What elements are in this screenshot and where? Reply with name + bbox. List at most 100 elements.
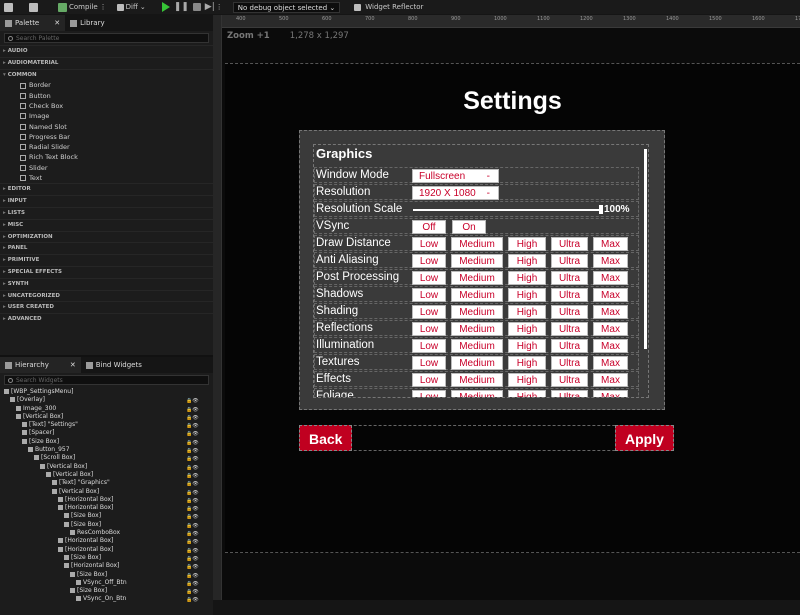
tree-row[interactable]: [Size Box] 🔒👁 <box>0 587 213 595</box>
palette-category[interactable]: MISC <box>0 218 213 231</box>
tree-row[interactable]: [Spacer] 🔒👁 <box>0 429 213 437</box>
tree-row[interactable]: VSync_Off_Btn 🔒👁 <box>0 579 213 587</box>
quality-option-button[interactable]: Medium <box>451 390 503 397</box>
quality-option-button[interactable]: Medium <box>451 356 503 370</box>
quality-option-button[interactable]: Low <box>412 237 446 251</box>
quality-option-button[interactable]: Ultra <box>551 305 588 319</box>
palette-item[interactable]: Text <box>0 173 213 183</box>
tree-row[interactable]: [Vertical Box] 🔒👁 <box>0 488 213 496</box>
palette-category[interactable]: SPECIAL EFFECTS <box>0 265 213 278</box>
tree-row[interactable]: [Vertical Box] 🔒👁 <box>0 463 213 471</box>
quality-option-button[interactable]: Low <box>412 305 446 319</box>
tree-row[interactable]: [Text] "Graphics" 🔒👁 <box>0 479 213 487</box>
quality-option-button[interactable]: High <box>508 322 546 336</box>
quality-option-button[interactable]: Ultra <box>551 390 588 397</box>
quality-option-button[interactable]: High <box>508 288 546 302</box>
tree-row[interactable]: [Size Box] 🔒👁 <box>0 521 213 529</box>
quality-option-button[interactable]: Medium <box>451 271 503 285</box>
tree-row[interactable]: [Horizontal Box] 🔒👁 <box>0 496 213 504</box>
quality-option-button[interactable]: High <box>508 373 546 387</box>
quality-option-button[interactable]: Low <box>412 339 446 353</box>
tree-row[interactable]: [Size Box] 🔒👁 <box>0 512 213 520</box>
apply-button[interactable]: Apply <box>615 425 674 451</box>
hierarchy-search-input[interactable]: Search Widgets <box>4 375 209 385</box>
quality-option-button[interactable]: Low <box>412 288 446 302</box>
widget-reflector-button[interactable]: Widget Reflector <box>354 1 423 13</box>
quality-option-button[interactable]: Ultra <box>551 356 588 370</box>
palette-item[interactable]: Slider <box>0 163 213 173</box>
back-button[interactable]: Back <box>299 425 353 451</box>
quality-option-button[interactable]: Ultra <box>551 322 588 336</box>
palette-category[interactable]: AUDIO <box>0 45 213 57</box>
tab-library[interactable]: Library <box>65 15 109 31</box>
quality-option-button[interactable]: Ultra <box>551 373 588 387</box>
tree-row[interactable]: [Horizontal Box] 🔒👁 <box>0 537 213 545</box>
quality-option-button[interactable]: High <box>508 254 546 268</box>
quality-option-button[interactable]: Medium <box>451 322 503 336</box>
palette-category[interactable]: UNCATEGORIZED <box>0 289 213 302</box>
palette-category[interactable]: EDITOR <box>0 183 213 195</box>
palette-search-input[interactable]: Search Palette <box>4 33 209 43</box>
palette-category-common[interactable]: COMMON <box>0 68 213 81</box>
resolution-scale-handle[interactable] <box>599 205 603 214</box>
tree-row[interactable]: [Horizontal Box] 🔒👁 <box>0 562 213 570</box>
settings-scrollbar[interactable] <box>644 149 647 349</box>
palette-category[interactable]: PANEL <box>0 242 213 254</box>
palette-item[interactable]: Border <box>0 80 213 90</box>
tree-row[interactable]: [Size Box] 🔒👁 <box>0 438 213 446</box>
save-button[interactable] <box>4 1 13 13</box>
quality-option-button[interactable]: Max <box>593 356 628 370</box>
palette-item[interactable]: Radial Slider <box>0 142 213 152</box>
play-options-button[interactable]: ⋮ <box>216 1 223 13</box>
palette-category[interactable]: SYNTH <box>0 277 213 290</box>
tree-row[interactable]: Image_300 🔒👁 <box>0 405 213 413</box>
tree-row[interactable]: [Vertical Box] 🔒👁 <box>0 413 213 421</box>
quality-option-button[interactable]: Medium <box>451 339 503 353</box>
vsync-on-button[interactable]: On <box>452 220 486 234</box>
quality-option-button[interactable]: High <box>508 339 546 353</box>
quality-option-button[interactable]: High <box>508 237 546 251</box>
resolution-dropdown[interactable]: 1920 X 1080- <box>412 186 499 200</box>
quality-option-button[interactable]: High <box>508 271 546 285</box>
compile-button[interactable]: Compile ⋮ <box>58 1 107 13</box>
quality-option-button[interactable]: Medium <box>451 254 503 268</box>
quality-option-button[interactable]: Medium <box>451 288 503 302</box>
quality-option-button[interactable]: Medium <box>451 305 503 319</box>
play-button[interactable] <box>161 1 170 13</box>
settings-scroll-box[interactable]: Graphics Window Mode Fullscreen - Resolut… <box>313 144 649 398</box>
quality-option-button[interactable]: Low <box>412 356 446 370</box>
quality-option-button[interactable]: Max <box>593 288 628 302</box>
debug-object-select[interactable]: No debug object selected ⌄ <box>232 1 341 13</box>
palette-item[interactable]: Named Slot <box>0 122 213 132</box>
quality-option-button[interactable]: Ultra <box>551 339 588 353</box>
quality-option-button[interactable]: Low <box>412 373 446 387</box>
tree-row[interactable]: [WBP_SettingsMenu] <box>0 388 213 396</box>
quality-option-button[interactable]: Max <box>593 373 628 387</box>
quality-option-button[interactable]: Max <box>593 254 628 268</box>
quality-option-button[interactable]: Max <box>593 271 628 285</box>
palette-item[interactable]: Image <box>0 111 213 121</box>
quality-option-button[interactable]: Low <box>412 254 446 268</box>
designer-canvas[interactable]: Zoom +1 1,278 x 1,297 Settings Graphics W… <box>222 28 800 600</box>
tab-palette[interactable]: Palette ✕ <box>0 15 66 31</box>
quality-option-button[interactable]: Low <box>412 271 446 285</box>
pause-button[interactable]: ❚❚ <box>174 1 189 13</box>
tree-row[interactable]: [Vertical Box] 🔒👁 <box>0 471 213 479</box>
resolution-scale-slider[interactable] <box>413 209 601 211</box>
tree-row[interactable]: [Text] "Settings" 🔒👁 <box>0 421 213 429</box>
stop-button[interactable] <box>192 1 201 13</box>
step-button[interactable]: ▶| <box>205 1 215 13</box>
palette-category[interactable]: LISTS <box>0 206 213 219</box>
tree-row[interactable]: Button_957 🔒👁 <box>0 446 213 454</box>
tab-hierarchy[interactable]: Hierarchy ✕ <box>0 357 81 373</box>
tree-row[interactable]: ResComboBox 🔒👁 <box>0 529 213 537</box>
diff-button[interactable]: Diff ⌄ <box>116 1 146 13</box>
browse-button[interactable] <box>29 1 38 13</box>
visibility-toggle[interactable]: 🔒👁 <box>186 596 199 604</box>
palette-category[interactable]: ADVANCED <box>0 313 213 325</box>
quality-option-button[interactable]: Ultra <box>551 271 588 285</box>
palette-item[interactable]: Rich Text Block <box>0 152 213 162</box>
quality-option-button[interactable]: High <box>508 390 546 397</box>
quality-option-button[interactable]: Max <box>593 390 628 397</box>
quality-option-button[interactable]: High <box>508 305 546 319</box>
